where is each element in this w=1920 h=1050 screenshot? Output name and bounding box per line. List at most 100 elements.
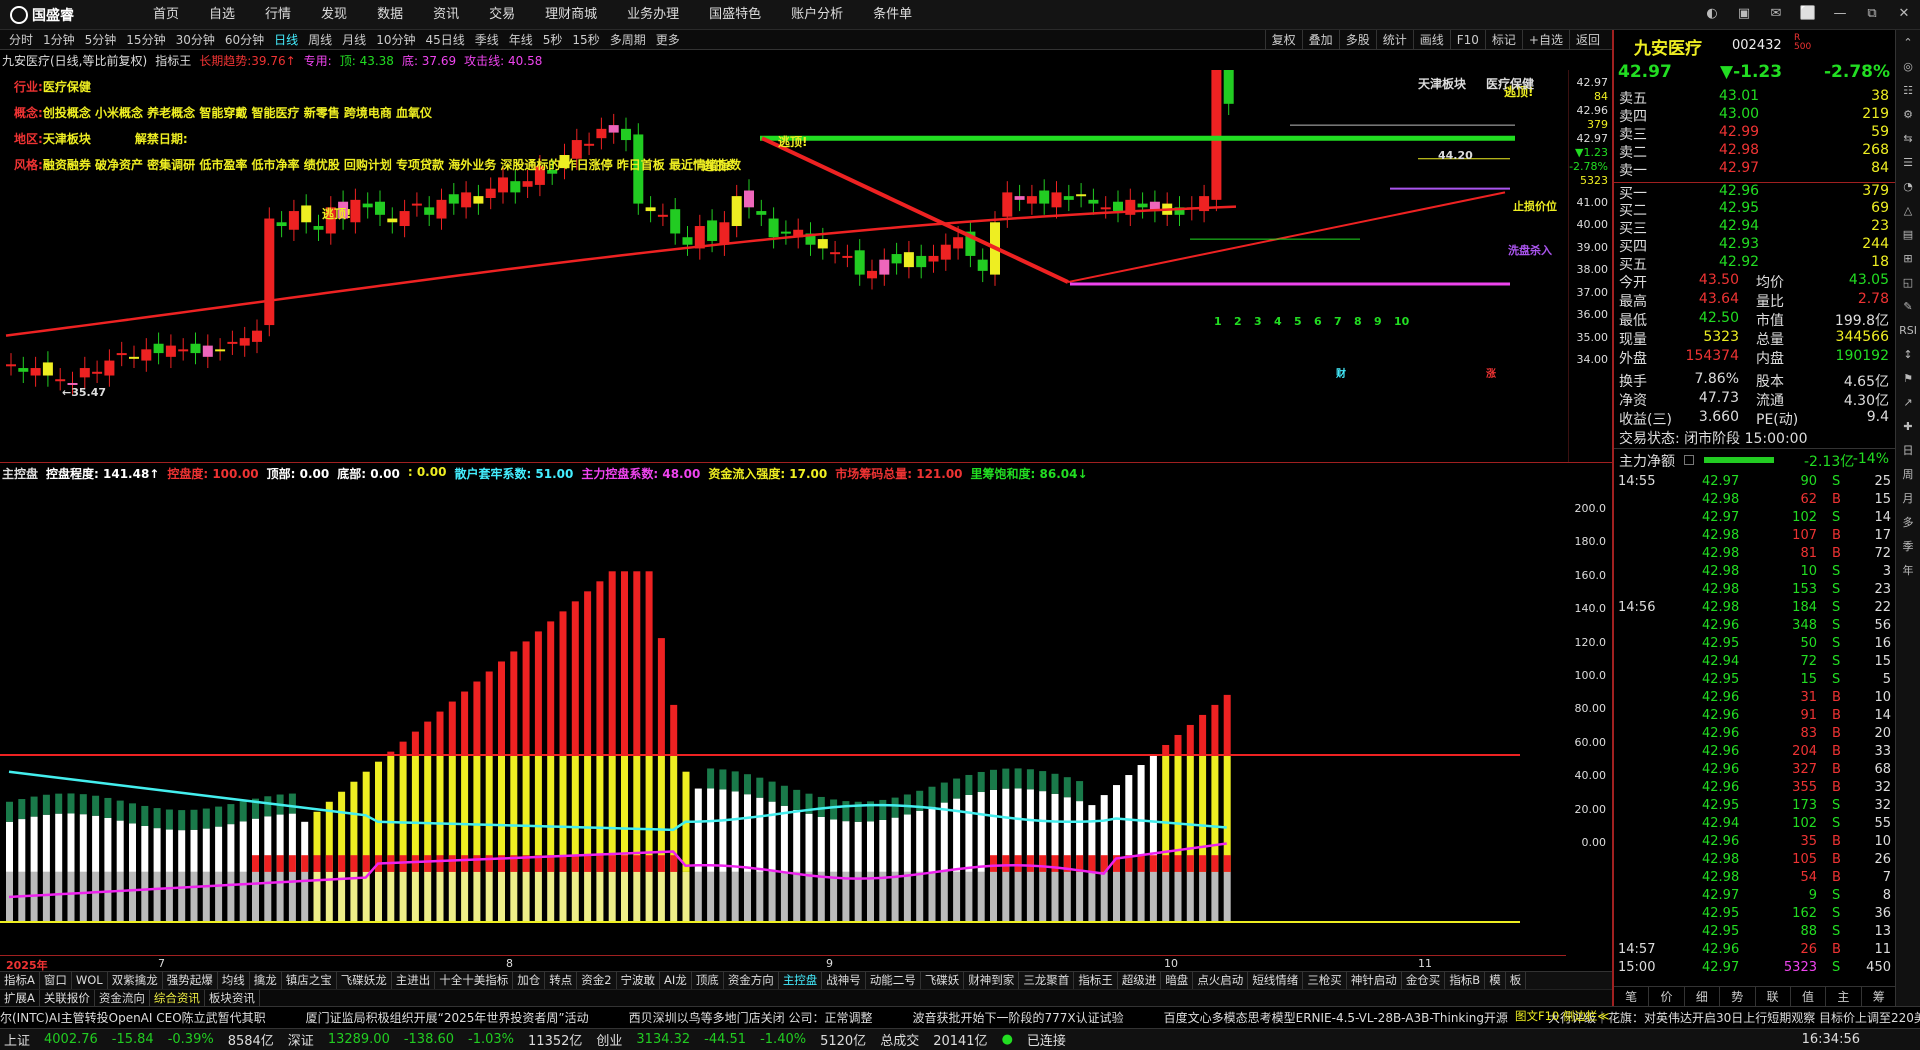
period-tab-7[interactable]: 周线	[303, 30, 337, 50]
sidebar-tool-icon-8[interactable]: ▤	[1897, 224, 1919, 246]
period-tab-6[interactable]: 日线	[269, 30, 303, 50]
tick-row[interactable]: 42.97 9 S 8	[1614, 888, 1897, 906]
sidebar-tool-icon-4[interactable]: ⇆	[1897, 128, 1919, 150]
indicator-tab-1[interactable]: 窗口	[40, 972, 72, 989]
period-tab-5[interactable]: 60分钟	[220, 30, 269, 50]
tick-list[interactable]: 14:55 42.97 90 S 25 42.98 62 B 15 42.97 102 S 14 42.9…	[1614, 474, 1897, 978]
tick-row[interactable]: 42.94 102 S 55	[1614, 816, 1897, 834]
tick-row[interactable]: 42.97 102 S 14	[1614, 510, 1897, 528]
quote-tab-3[interactable]: 势	[1720, 987, 1756, 1006]
indicator-tab-29[interactable]: 三枪买	[1303, 972, 1347, 989]
sz-label[interactable]: 深证	[288, 1030, 314, 1049]
sidebar-tool-icon-0[interactable]: ⌃	[1897, 32, 1919, 54]
period-tab-8[interactable]: 月线	[337, 30, 371, 50]
indicator-tab-15[interactable]: AI龙	[660, 972, 692, 989]
indicator-tab-28[interactable]: 短线情绪	[1248, 972, 1304, 989]
news-item[interactable]: 尔(INTC)AI主管转投OpenAI CEO陈立武暂代其职	[0, 1007, 266, 1028]
tick-row[interactable]: 42.96 348 S 56	[1614, 618, 1897, 636]
indicator-tab-3[interactable]: 双紫擒龙	[108, 972, 163, 989]
menu-item-0[interactable]: 首页	[138, 0, 194, 30]
sidebar-tool-icon-7[interactable]: △	[1897, 200, 1919, 222]
tick-row[interactable]: 42.98 107 B 17	[1614, 528, 1897, 546]
tick-row[interactable]: 42.98 62 B 15	[1614, 492, 1897, 510]
tick-row[interactable]: 14:56 42.98 184 S 22	[1614, 600, 1897, 618]
order-book-row[interactable]: 买三 42.94 23	[1614, 218, 1897, 237]
tick-row[interactable]: 42.95 50 S 16	[1614, 636, 1897, 654]
menu-item-2[interactable]: 行情	[250, 0, 306, 30]
tool-button-0[interactable]: 复权	[1264, 30, 1302, 50]
tick-row[interactable]: 42.98 153 S 23	[1614, 582, 1897, 600]
tool-button-8[interactable]: 返回	[1568, 30, 1606, 50]
period-tab-10[interactable]: 45日线	[420, 30, 469, 50]
tool-button-3[interactable]: 统计	[1375, 30, 1413, 50]
indicator-tab-19[interactable]: 战神号	[822, 972, 866, 989]
menu-item-1[interactable]: 自选	[194, 0, 250, 30]
period-tab-14[interactable]: 15秒	[567, 30, 604, 50]
tick-row[interactable]: 42.96 327 B 68	[1614, 762, 1897, 780]
menu-item-10[interactable]: 账户分析	[776, 0, 858, 30]
indicator-tab-23[interactable]: 三龙聚首	[1019, 972, 1075, 989]
tool-button-7[interactable]: +自选	[1521, 30, 1569, 50]
indicator-tab-26[interactable]: 暗盘	[1161, 972, 1194, 989]
window-control-icon-0[interactable]: ◐	[1702, 4, 1722, 24]
sidebar-tool-icon-6[interactable]: ◔	[1897, 176, 1919, 198]
tick-row[interactable]: 42.98 10 S 3	[1614, 564, 1897, 582]
order-book-row[interactable]: 卖五 43.01 38	[1614, 88, 1897, 107]
period-tab-9[interactable]: 10分钟	[371, 30, 420, 50]
tool-button-6[interactable]: 标记	[1484, 30, 1522, 50]
sidebar-tool-icon-17[interactable]: 日	[1897, 440, 1919, 462]
pane-separator[interactable]	[0, 462, 1612, 463]
sidebar-tool-icon-19[interactable]: 月	[1897, 488, 1919, 510]
tick-row[interactable]: 42.98 81 B 72	[1614, 546, 1897, 564]
tick-row[interactable]: 42.95 162 S 36	[1614, 906, 1897, 924]
sidebar-tool-icon-1[interactable]: ◎	[1897, 56, 1919, 78]
info-tab-1[interactable]: 关联报价	[40, 990, 95, 1006]
tick-row[interactable]: 42.96 355 B 32	[1614, 780, 1897, 798]
tick-row[interactable]: 42.96 83 B 20	[1614, 726, 1897, 744]
sidebar-tool-icon-14[interactable]: ⚑	[1897, 368, 1919, 390]
news-item[interactable]: 厦门证监局积极组织开展“2025年世界投资者周”活动	[306, 1007, 589, 1028]
order-book-row[interactable]: 卖三 42.99 59	[1614, 124, 1897, 143]
sidebar-tool-icon-20[interactable]: 多	[1897, 512, 1919, 534]
period-tab-1[interactable]: 1分钟	[38, 30, 80, 50]
tick-row[interactable]: 14:55 42.97 90 S 25	[1614, 474, 1897, 492]
menu-item-8[interactable]: 业务办理	[612, 0, 694, 30]
window-control-icon-1[interactable]: ▣	[1734, 4, 1754, 24]
info-tab-2[interactable]: 资金流向	[95, 990, 150, 1006]
quote-tab-6[interactable]: 主	[1826, 987, 1862, 1006]
indicator-tab-9[interactable]: 主进出	[392, 972, 436, 989]
indicator-title[interactable]: 主控盘	[2, 465, 38, 482]
order-book-row[interactable]: 买二 42.95 69	[1614, 200, 1897, 219]
indicator-tab-30[interactable]: 神针启动	[1347, 972, 1402, 989]
indicator-tab-17[interactable]: 资金方向	[724, 972, 779, 989]
indicator-tab-12[interactable]: 转点	[545, 972, 578, 989]
indicator-tab-10[interactable]: 十全十美指标	[435, 972, 514, 989]
tool-button-5[interactable]: F10	[1449, 30, 1485, 50]
period-tab-11[interactable]: 季线	[470, 30, 504, 50]
tick-row[interactable]: 42.95 173 S 32	[1614, 798, 1897, 816]
tick-row[interactable]: 42.96 91 B 14	[1614, 708, 1897, 726]
indicator-tab-11[interactable]: 加仓	[513, 972, 546, 989]
sidebar-tool-icon-18[interactable]: 周	[1897, 464, 1919, 486]
menu-item-7[interactable]: 理财商城	[530, 0, 612, 30]
indicator-tab-6[interactable]: 擒龙	[250, 972, 282, 989]
indicator-tab-16[interactable]: 顶底	[692, 972, 724, 989]
window-control-icon-5[interactable]: ⧉	[1862, 4, 1882, 24]
tool-button-4[interactable]: 画线	[1412, 30, 1450, 50]
sidebar-tool-icon-11[interactable]: ✎	[1897, 296, 1919, 318]
tick-row[interactable]: 42.95 15 S 5	[1614, 672, 1897, 690]
order-book-row[interactable]: 买四 42.93 244	[1614, 236, 1897, 255]
quote-tab-0[interactable]: 笔	[1614, 987, 1650, 1006]
sh-label[interactable]: 上证	[4, 1030, 30, 1049]
flow-toggle-icon[interactable]	[1684, 455, 1694, 465]
window-control-icon-6[interactable]: ✕	[1894, 4, 1914, 24]
menu-item-4[interactable]: 数据	[362, 0, 418, 30]
sidebar-tool-icon-22[interactable]: 年	[1897, 560, 1919, 582]
period-tab-15[interactable]: 多周期	[605, 30, 651, 50]
sidebar-tool-icon-2[interactable]: ☷	[1897, 80, 1919, 102]
order-book-row[interactable]: 卖四 43.00 219	[1614, 106, 1897, 125]
quote-tab-7[interactable]: 筹	[1862, 987, 1897, 1006]
tick-row[interactable]: 15:00 42.97 5323 S 450	[1614, 960, 1897, 978]
info-tab-3[interactable]: 综合资讯	[150, 990, 205, 1006]
tick-row[interactable]: 42.95 88 S 13	[1614, 924, 1897, 942]
